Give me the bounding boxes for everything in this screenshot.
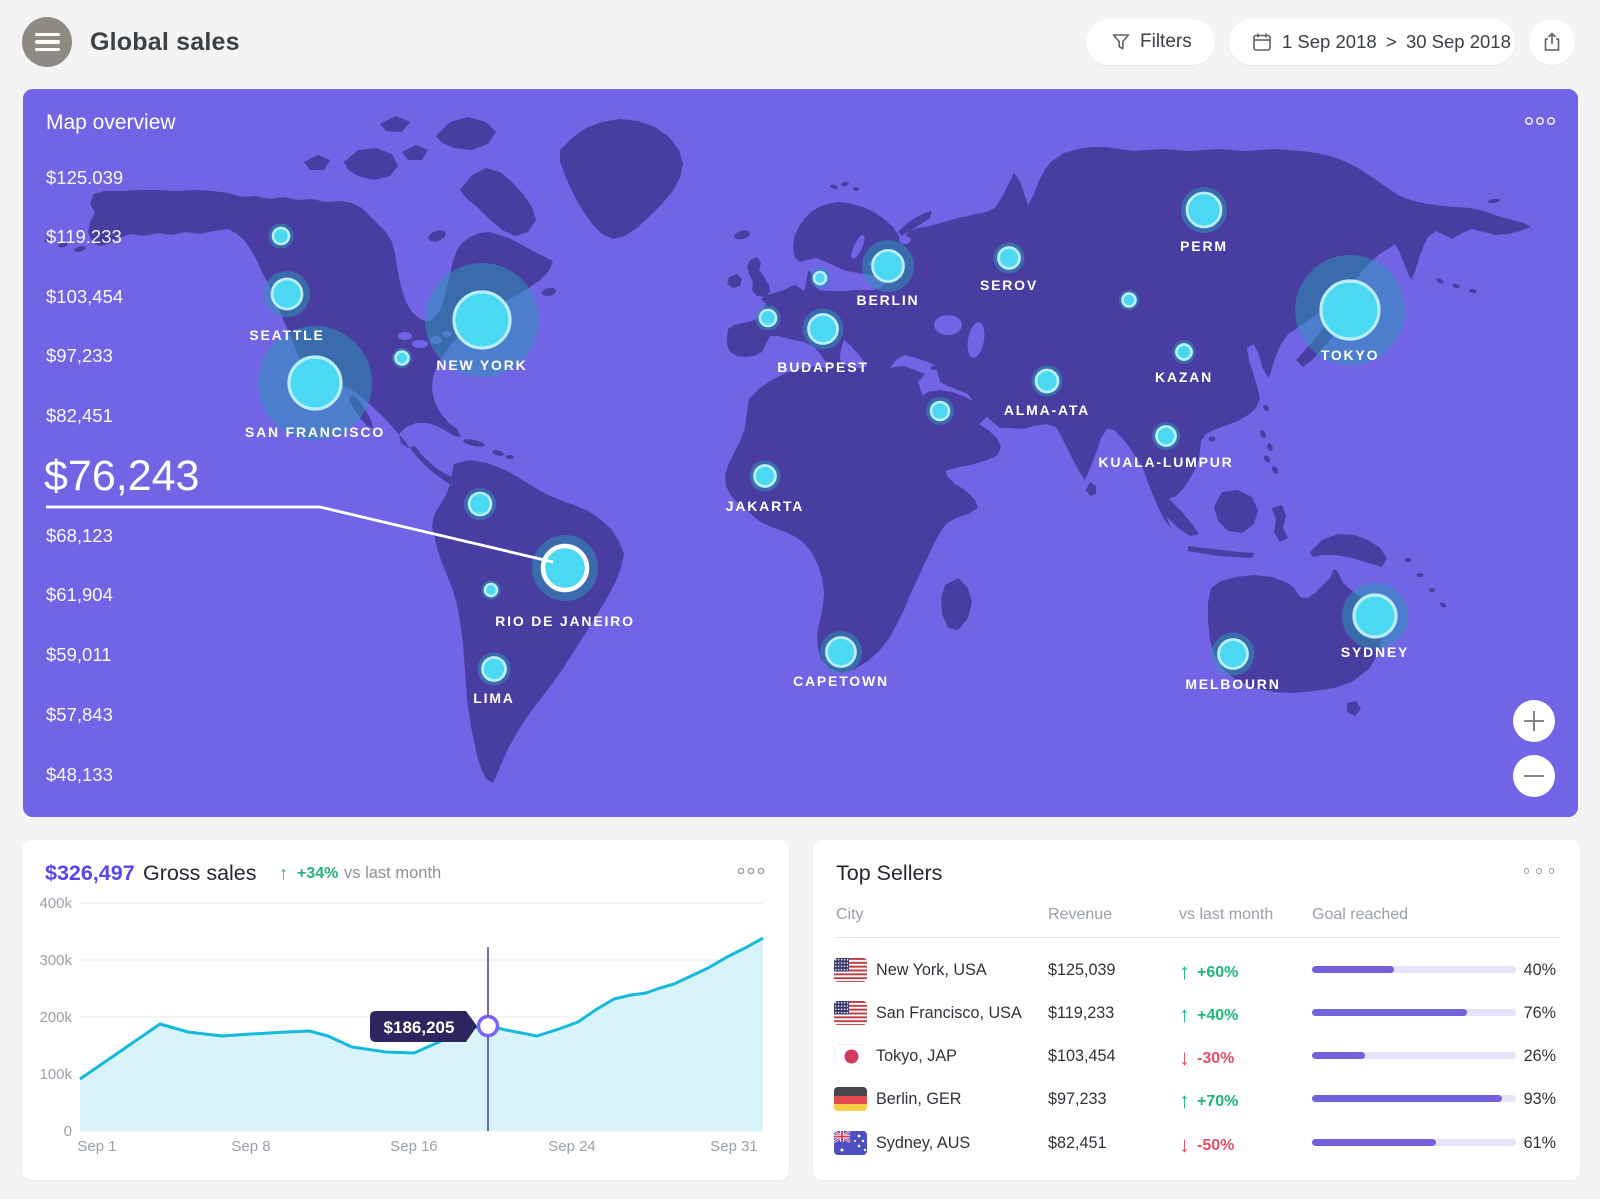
svg-text:$326,497: $326,497 (45, 861, 135, 885)
svg-text:BERLIN: BERLIN (857, 292, 920, 308)
svg-text:Map overview: Map overview (46, 111, 176, 134)
svg-text:↑: ↑ (279, 863, 288, 883)
svg-text:$61,904: $61,904 (46, 584, 113, 605)
svg-text:100k: 100k (39, 1066, 72, 1083)
svg-text:KUALA-LUMPUR: KUALA-LUMPUR (1098, 454, 1233, 470)
svg-text:SEATTLE: SEATTLE (249, 327, 324, 343)
svg-text:MELBOURN: MELBOURN (1185, 676, 1280, 692)
svg-text:NEW YORK: NEW YORK (436, 357, 527, 373)
svg-text:200k: 200k (39, 1009, 72, 1026)
svg-text:Sep 8: Sep 8 (231, 1138, 270, 1155)
svg-text:0: 0 (64, 1123, 72, 1140)
svg-text:$59,011: $59,011 (46, 644, 112, 665)
svg-text:Sep 31: Sep 31 (710, 1138, 758, 1155)
svg-text:$76,243: $76,243 (44, 452, 199, 500)
svg-text:RIO DE JANEIRO: RIO DE JANEIRO (495, 613, 635, 629)
svg-text:400k: 400k (39, 895, 72, 912)
svg-text:Sep 16: Sep 16 (390, 1138, 438, 1155)
svg-text:JAKARTA: JAKARTA (726, 498, 804, 514)
svg-text:TOKYO: TOKYO (1321, 347, 1380, 363)
svg-text:$68,123: $68,123 (46, 525, 113, 546)
svg-text:300k: 300k (39, 952, 72, 969)
svg-text:$82,451: $82,451 (46, 405, 113, 426)
svg-text:Sep 1: Sep 1 (77, 1138, 116, 1155)
svg-text:LIMA: LIMA (473, 690, 514, 706)
svg-text:SYDNEY: SYDNEY (1341, 644, 1409, 660)
svg-text:SEROV: SEROV (980, 277, 1038, 293)
svg-text:$103,454: $103,454 (46, 286, 123, 307)
svg-text:$125.039: $125.039 (46, 167, 123, 188)
svg-text:Sep 24: Sep 24 (548, 1138, 596, 1155)
svg-text:$57,843: $57,843 (46, 704, 113, 725)
svg-text:BUDAPEST: BUDAPEST (777, 359, 868, 375)
svg-text:ALMA-ATA: ALMA-ATA (1004, 402, 1090, 418)
svg-text:$119.233: $119.233 (46, 226, 122, 247)
svg-text:KAZAN: KAZAN (1155, 369, 1213, 385)
svg-text:+34%: +34% (297, 865, 338, 882)
svg-text:vs last month: vs last month (344, 864, 441, 882)
svg-text:CAPETOWN: CAPETOWN (793, 673, 889, 689)
svg-text:PERM: PERM (1180, 238, 1228, 254)
svg-text:$186,205: $186,205 (384, 1018, 455, 1037)
svg-text:SAN FRANCISCO: SAN FRANCISCO (245, 424, 385, 440)
svg-text:Gross sales: Gross sales (143, 861, 257, 885)
svg-text:$48,133: $48,133 (46, 764, 113, 785)
svg-text:$97,233: $97,233 (46, 345, 113, 366)
